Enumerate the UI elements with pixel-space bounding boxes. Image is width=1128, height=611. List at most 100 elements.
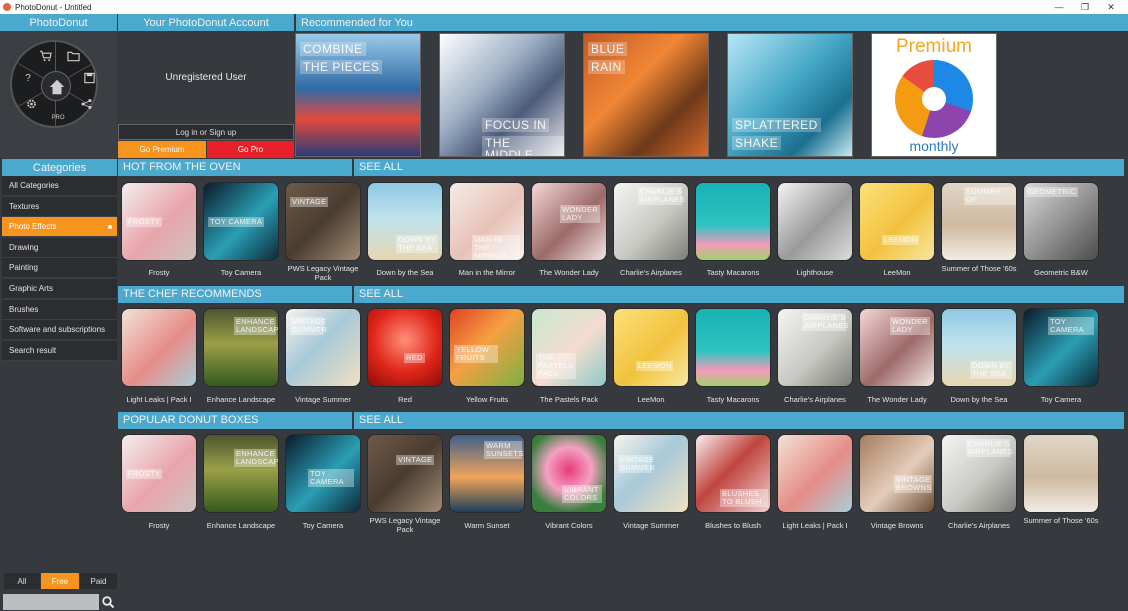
category-search-result[interactable]: Search result [2,341,117,361]
home-icon [49,79,65,95]
product-tile[interactable]: FROSTY [121,434,197,513]
product-label: Down by the Sea [376,268,434,277]
product-tile[interactable]: WONDER LADY [531,182,607,261]
product-tile[interactable]: VIBRANT COLORS [531,434,607,513]
help-button[interactable]: ? [20,72,36,86]
search-input[interactable] [3,594,99,610]
product-label: Charlie's Airplanes [948,521,1010,530]
card-title: SHAKE [732,136,782,150]
product-tile[interactable]: BLUSHES TO BLUSH [695,434,771,513]
category-label: Photo Effects [9,222,57,231]
category-software[interactable]: Software and subscriptions [2,320,117,340]
product-tile[interactable]: VINTAGE BROWNS [859,434,935,513]
product-tile[interactable]: VINTAGE [367,434,443,513]
category-all[interactable]: All Categories [2,176,117,196]
category-graphic-arts[interactable]: Graphic Arts [2,279,117,299]
search-icon[interactable] [101,595,115,609]
go-premium-button[interactable]: Go Premium [118,141,206,158]
category-painting[interactable]: Painting [2,258,117,278]
see-all-link[interactable]: SEE ALL [359,414,403,426]
product-tile[interactable] [121,308,197,387]
product-label: Summer of Those '60s [941,264,1017,273]
save-icon [83,72,95,84]
product-tile[interactable]: CHARLIE'S AIRPLANES [613,182,689,261]
product-tile[interactable]: VINTAGE SUMMER [613,434,689,513]
recommended-card[interactable]: FOCUS IN THE MIDDLE [439,33,565,157]
card-title: THE MIDDLE [482,136,564,156]
product-label: Toy Camera [220,268,262,277]
account-header: Your PhotoDonut Account [118,14,294,31]
product-tile[interactable]: MAN IN THE MIRROR [449,182,525,261]
donut-logo-icon [895,60,973,138]
card-title: SPLATTERED [732,118,821,132]
product-tile[interactable]: ENHANCE LANDSCAPE [203,308,279,387]
category-brushes[interactable]: Brushes [2,300,117,320]
product-tile[interactable] [777,182,853,261]
recommended-card[interactable]: BLUE RAIN [583,33,709,157]
product-tile[interactable]: YELLOW FRUITS [449,308,525,387]
share-icon [81,99,91,109]
cart-icon [39,50,52,62]
product-tile[interactable]: LEEMON [859,182,935,261]
product-tile[interactable]: VINTAGE [285,182,361,261]
login-button[interactable]: Log in or Sign up [118,124,294,140]
premium-monthly-card[interactable]: Premium monthly [871,33,997,157]
product-tile[interactable]: TOY CAMERA [203,182,279,261]
product-tile[interactable]: VINTAGE SUMMER [285,308,361,387]
product-tile[interactable]: SUMMER OF [941,182,1017,261]
product-tile[interactable]: RED [367,308,443,387]
product-label: LeeMon [637,395,665,404]
product-label: Tasty Macarons [706,268,760,277]
minimize-button[interactable]: — [1048,0,1070,14]
product-label: Charlie's Airplanes [620,268,682,277]
product-tile[interactable]: CHARLIE'S AIRPLANES [941,434,1017,513]
category-textures[interactable]: Textures [2,197,117,217]
see-all-link[interactable]: SEE ALL [359,161,403,173]
product-label: Yellow Fruits [465,395,509,404]
product-tile[interactable] [695,182,771,261]
close-button[interactable]: ✕ [1100,0,1122,14]
product-tile[interactable]: CHARLIE'S AIRPLANES [777,308,853,387]
share-button[interactable] [78,98,94,112]
product-label: Blushes to Blush [705,521,761,530]
recommended-card[interactable]: COMBINE THE PIECES [295,33,421,157]
product-tile[interactable]: GEOMETRIC [1023,182,1099,261]
product-label: Frosty [148,268,170,277]
filter-paid-button[interactable]: Paid [80,573,117,589]
recommended-card[interactable]: SPLATTERED SHAKE [727,33,853,157]
see-all-link[interactable]: SEE ALL [359,288,403,300]
product-label: Light Leaks | Pack I [782,521,848,530]
product-label: Tasty Macarons [706,395,760,404]
product-tile[interactable]: DOWN BY THE SEA [941,308,1017,387]
categories-header: Categories [2,159,117,176]
filter-free-button[interactable]: Free [41,573,79,589]
save-button[interactable] [81,72,97,86]
product-tile[interactable]: WONDER LADY [859,308,935,387]
product-label: Lighthouse [796,268,834,277]
product-label: Red [398,395,412,404]
product-tile[interactable]: WARM SUNSETS [449,434,525,513]
category-drawing[interactable]: Drawing [2,238,117,258]
product-tile[interactable]: FROSTY [121,182,197,261]
product-tile[interactable] [777,434,853,513]
product-label: Vintage Browns [870,521,924,530]
product-label: Summer of Those '60s [1023,516,1099,525]
product-tile[interactable]: TOY CAMERA [285,434,361,513]
cart-button[interactable] [37,50,53,64]
product-tile[interactable]: DOWN BY THE SEA [367,182,443,261]
filter-all-button[interactable]: All [4,573,40,589]
open-folder-button[interactable] [65,50,81,64]
product-tile[interactable]: ENHANCE LANDSCAPE [203,434,279,513]
card-title: RAIN [588,60,625,74]
go-pro-button[interactable]: Go Pro [207,141,294,158]
product-tile[interactable]: TOY CAMERA [1023,308,1099,387]
category-photo-effects[interactable]: Photo Effects [2,217,117,237]
product-tile[interactable]: THE PASTELS PACK [531,308,607,387]
home-button[interactable] [41,71,71,101]
product-tile[interactable]: LEEMON [613,308,689,387]
settings-button[interactable] [23,98,39,112]
pro-button[interactable]: PRO [48,111,68,125]
maximize-button[interactable]: ❐ [1074,0,1096,14]
product-tile[interactable] [695,308,771,387]
product-tile[interactable] [1023,434,1099,513]
